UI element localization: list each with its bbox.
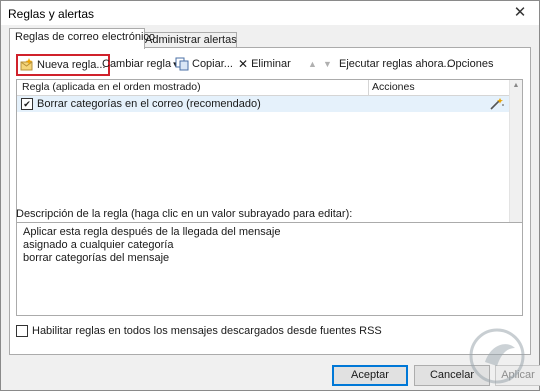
scroll-up-icon[interactable]: ▲ [510, 82, 522, 89]
change-rule-label: Cambiar regla [102, 58, 172, 70]
cancel-button[interactable]: Cancelar [414, 365, 490, 386]
move-up-button[interactable]: ▲ [308, 54, 317, 74]
rules-toolbar: Nueva regla... Cambiar regla ▾ Copiar...… [10, 54, 530, 76]
move-down-button[interactable]: ▼ [323, 54, 332, 74]
title-bar: Reglas y alertas ✕ [1, 1, 539, 25]
close-icon[interactable]: ✕ [511, 4, 529, 22]
arrow-down-icon: ▼ [323, 59, 332, 69]
rss-rules-option[interactable]: Habilitar reglas en todos los mensajes d… [16, 325, 382, 337]
new-rule-button[interactable]: Nueva regla... [16, 54, 111, 76]
options-button[interactable]: Opciones [447, 54, 493, 74]
apply-button[interactable]: Aplicar [495, 365, 540, 386]
description-line: borrar categorías del mensaje [23, 252, 170, 264]
rss-rules-label: Habilitar reglas en todos los mensajes d… [32, 325, 382, 337]
rule-description-box[interactable]: Aplicar esta regla después de la llegada… [16, 222, 523, 316]
delete-icon: ✕ [238, 57, 249, 71]
copy-label: Copiar... [192, 58, 233, 70]
arrow-up-icon: ▲ [308, 59, 317, 69]
run-rules-now-button[interactable]: Ejecutar reglas ahora... [339, 54, 453, 74]
rule-row[interactable]: ✔ Borrar categorías en el correo (recome… [17, 96, 509, 112]
delete-label: Eliminar [251, 58, 291, 70]
options-label: Opciones [447, 58, 494, 70]
wand-icon [490, 98, 504, 110]
description-line: Aplicar esta regla después de la llegada… [23, 226, 281, 238]
rss-rules-checkbox[interactable] [16, 325, 28, 337]
change-rule-button[interactable]: Cambiar regla ▾ [102, 54, 178, 74]
column-header-rule[interactable]: Regla (aplicada en el orden mostrado) [17, 80, 369, 95]
rule-enabled-checkbox[interactable]: ✔ [21, 98, 33, 110]
copy-icon [175, 57, 189, 71]
run-rules-label: Ejecutar reglas ahora... [339, 58, 453, 70]
rules-list-header: Regla (aplicada en el orden mostrado) Ac… [17, 80, 509, 96]
rule-name: Borrar categorías en el correo (recomend… [37, 98, 261, 110]
column-header-actions[interactable]: Acciones [367, 80, 512, 95]
rule-description-label: Descripción de la regla (haga clic en un… [16, 208, 353, 220]
new-rule-icon [20, 58, 33, 71]
new-rule-label: Nueva regla... [37, 59, 106, 71]
delete-button[interactable]: ✕ Eliminar [238, 54, 291, 74]
copy-button[interactable]: Copiar... [175, 54, 233, 74]
ok-button[interactable]: Aceptar [332, 365, 408, 386]
tab-email-rules[interactable]: Reglas de correo electrónico [9, 28, 155, 49]
rules-list-scrollbar[interactable]: ▲ ▼ [509, 80, 522, 242]
rules-and-alerts-dialog: Reglas y alertas ✕ Reglas de correo elec… [0, 0, 540, 391]
email-rules-panel: Nueva regla... Cambiar regla ▾ Copiar...… [9, 47, 531, 355]
window-title: Reglas y alertas [8, 7, 95, 21]
description-line: asignado a cualquier categoría [23, 239, 174, 251]
